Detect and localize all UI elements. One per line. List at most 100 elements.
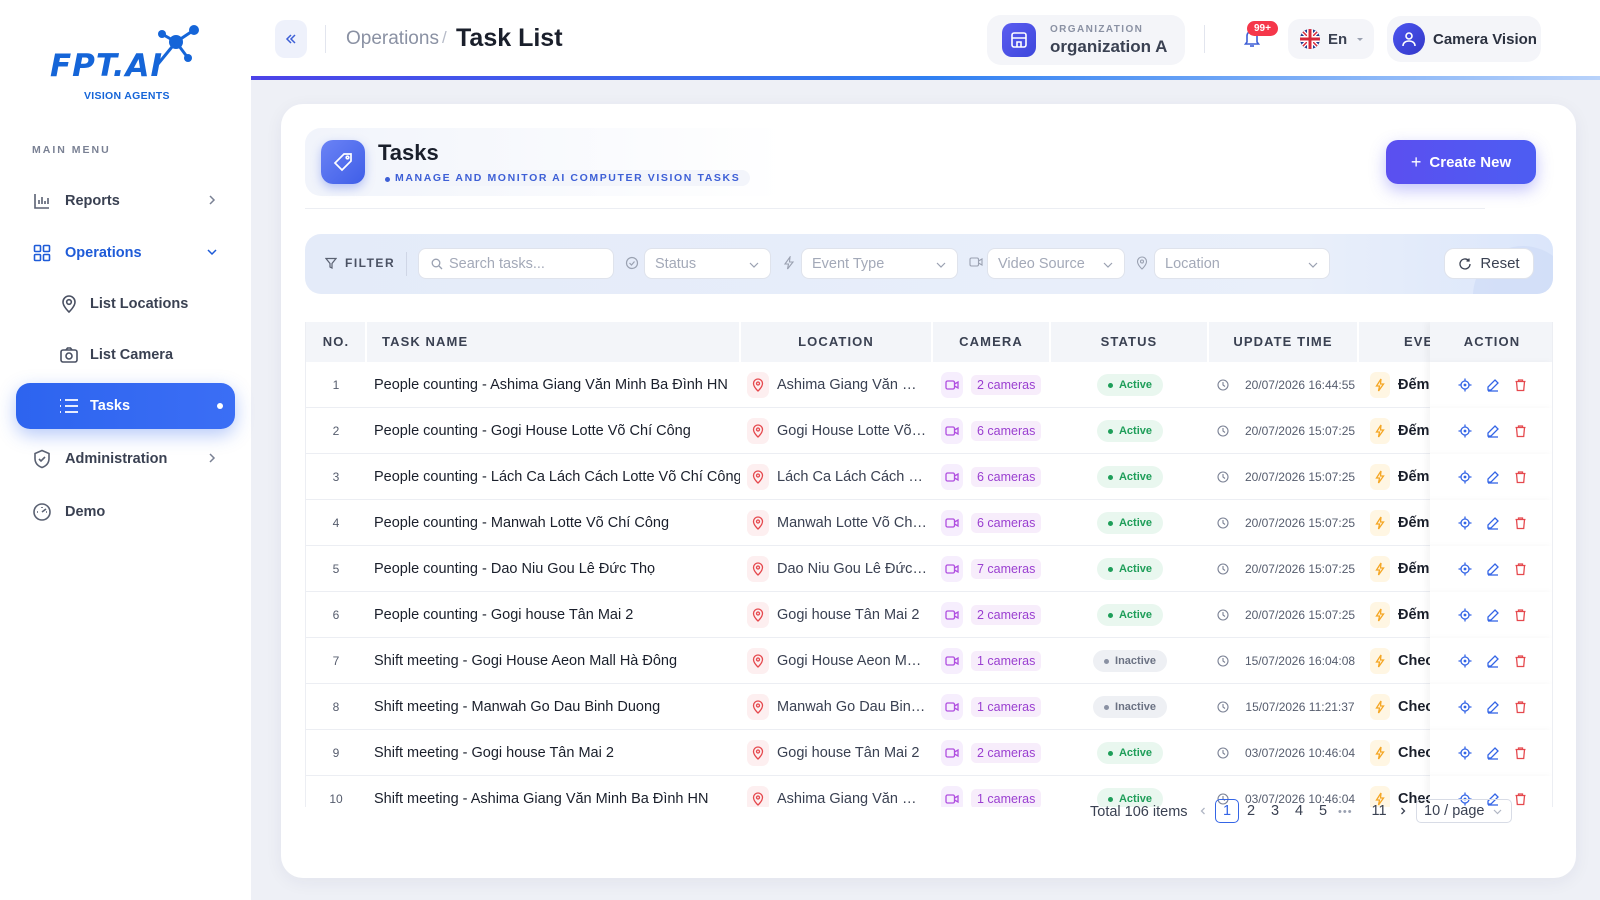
status-select[interactable]: Status bbox=[644, 248, 771, 279]
page-1[interactable]: 1 bbox=[1215, 799, 1239, 823]
edit-icon[interactable] bbox=[1486, 700, 1500, 714]
trash-icon[interactable] bbox=[1514, 470, 1527, 484]
camera-count-badge[interactable]: 2 cameras bbox=[971, 375, 1042, 395]
page-4[interactable]: 4 bbox=[1287, 799, 1311, 823]
camera-count-badge[interactable]: 7 cameras bbox=[971, 559, 1042, 579]
task-name[interactable]: Shift meeting - Gogi house Tân Mai 2 bbox=[374, 730, 740, 776]
task-status: Active bbox=[1076, 500, 1184, 546]
col-no[interactable]: NO. bbox=[306, 322, 366, 362]
page-5[interactable]: 5 bbox=[1311, 799, 1335, 823]
edit-icon[interactable] bbox=[1486, 654, 1500, 668]
sidebar-item-tasks[interactable]: Tasks bbox=[16, 383, 235, 429]
edit-icon[interactable] bbox=[1486, 378, 1500, 392]
task-name[interactable]: People counting - Lách Ca Lách Cách Lott… bbox=[374, 454, 740, 500]
camera-count-badge[interactable]: 2 cameras bbox=[971, 743, 1042, 763]
top-header: Operations / Task List ORGANIZATION orga… bbox=[251, 0, 1600, 80]
task-name[interactable]: People counting - Manwah Lotte Võ Chí Cô… bbox=[374, 500, 740, 546]
location-select[interactable]: Location bbox=[1154, 248, 1330, 279]
prev-page-button[interactable] bbox=[1191, 799, 1215, 823]
table-row[interactable]: 1 People counting - Ashima Giang Văn Minh… bbox=[306, 362, 1552, 408]
brand-logo[interactable]: FPT.AI VISION AGENTS bbox=[50, 24, 210, 106]
sidebar-item-list-camera[interactable]: List Camera bbox=[16, 332, 235, 378]
trash-icon[interactable] bbox=[1514, 608, 1527, 622]
event-type-select[interactable]: Event Type bbox=[801, 248, 958, 279]
page-11[interactable]: 11 bbox=[1367, 799, 1391, 823]
camera-count-badge[interactable]: 6 cameras bbox=[971, 467, 1042, 487]
sidebar-item-demo[interactable]: Demo bbox=[16, 489, 235, 535]
camera-count-badge[interactable]: 6 cameras bbox=[971, 421, 1042, 441]
page-2[interactable]: 2 bbox=[1239, 799, 1263, 823]
locate-icon[interactable] bbox=[1458, 470, 1472, 484]
locate-icon[interactable] bbox=[1458, 746, 1472, 760]
locate-icon[interactable] bbox=[1458, 700, 1472, 714]
create-new-button[interactable]: + Create New bbox=[1386, 140, 1536, 184]
page-ellipsis[interactable]: ••• bbox=[1338, 806, 1353, 818]
edit-icon[interactable] bbox=[1486, 608, 1500, 622]
col-task-name[interactable]: TASK NAME bbox=[382, 322, 468, 362]
update-time-text: 03/07/2026 10:46:04 bbox=[1244, 746, 1356, 760]
camera-count-badge[interactable]: 2 cameras bbox=[971, 605, 1042, 625]
sidebar-item-reports[interactable]: Reports bbox=[16, 178, 235, 224]
locate-icon[interactable] bbox=[1458, 378, 1472, 392]
col-camera[interactable]: CAMERA bbox=[933, 322, 1049, 362]
breadcrumb-parent[interactable]: Operations bbox=[346, 28, 439, 50]
camera-count-badge[interactable]: 1 cameras bbox=[971, 697, 1042, 717]
page-3[interactable]: 3 bbox=[1263, 799, 1287, 823]
table-row[interactable]: 10 Shift meeting - Ashima Giang Văn Minh … bbox=[306, 776, 1552, 807]
edit-icon[interactable] bbox=[1486, 424, 1500, 438]
col-location[interactable]: LOCATION bbox=[741, 322, 931, 362]
trash-icon[interactable] bbox=[1514, 746, 1527, 760]
row-number: 4 bbox=[332, 516, 340, 530]
camera-count-badge[interactable]: 6 cameras bbox=[971, 513, 1042, 533]
trash-icon[interactable] bbox=[1514, 516, 1527, 530]
trash-icon[interactable] bbox=[1514, 562, 1527, 576]
locate-icon[interactable] bbox=[1458, 424, 1472, 438]
table-row[interactable]: 8 Shift meeting - Manwah Go Dau Binh Duon… bbox=[306, 684, 1552, 730]
task-name[interactable]: People counting - Dao Niu Gou Lê Đức Thọ bbox=[374, 546, 740, 592]
reset-button[interactable]: Reset bbox=[1444, 248, 1534, 279]
sidebar-item-list-locations[interactable]: List Locations bbox=[16, 281, 235, 327]
camera-count-badge[interactable]: 1 cameras bbox=[971, 651, 1042, 671]
language-selector[interactable]: En bbox=[1288, 19, 1374, 59]
task-event-type: Đếm người bbox=[1370, 500, 1432, 546]
task-name[interactable]: Shift meeting - Manwah Go Dau Binh Duong bbox=[374, 684, 740, 730]
trash-icon[interactable] bbox=[1514, 424, 1527, 438]
table-row[interactable]: 3 People counting - Lách Ca Lách Cách Lot… bbox=[306, 454, 1552, 500]
edit-icon[interactable] bbox=[1486, 746, 1500, 760]
sidebar-item-operations[interactable]: Operations bbox=[16, 230, 235, 276]
next-page-button[interactable] bbox=[1391, 799, 1415, 823]
task-name[interactable]: Shift meeting - Gogi House Aeon Mall Hà … bbox=[374, 638, 740, 684]
task-name[interactable]: Shift meeting - Ashima Giang Văn Minh Ba… bbox=[374, 776, 740, 807]
table-row[interactable]: 7 Shift meeting - Gogi House Aeon Mall Hà… bbox=[306, 638, 1552, 684]
trash-icon[interactable] bbox=[1514, 700, 1527, 714]
task-name[interactable]: People counting - Gogi House Lotte Võ Ch… bbox=[374, 408, 740, 454]
task-update-time: 20/07/2026 15:07:25 bbox=[1206, 408, 1366, 454]
locate-icon[interactable] bbox=[1458, 654, 1472, 668]
task-name[interactable]: People counting - Gogi house Tân Mai 2 bbox=[374, 592, 740, 638]
task-name[interactable]: People counting - Ashima Giang Văn Minh … bbox=[374, 362, 740, 408]
search-input[interactable]: Search tasks... bbox=[418, 248, 614, 279]
table-row[interactable]: 4 People counting - Manwah Lotte Võ Chí C… bbox=[306, 500, 1552, 546]
locate-icon[interactable] bbox=[1458, 516, 1472, 530]
table-row[interactable]: 6 People counting - Gogi house Tân Mai 2 G… bbox=[306, 592, 1552, 638]
col-status[interactable]: STATUS bbox=[1051, 322, 1207, 362]
sidebar-item-administration[interactable]: Administration bbox=[16, 436, 235, 482]
collapse-sidebar-button[interactable] bbox=[275, 20, 307, 58]
trash-icon[interactable] bbox=[1514, 654, 1527, 668]
user-menu[interactable]: Camera Vision bbox=[1387, 16, 1541, 62]
table-row[interactable]: 2 People counting - Gogi House Lotte Võ C… bbox=[306, 408, 1552, 454]
table-row[interactable]: 9 Shift meeting - Gogi house Tân Mai 2 Gog… bbox=[306, 730, 1552, 776]
edit-icon[interactable] bbox=[1486, 470, 1500, 484]
locate-icon[interactable] bbox=[1458, 608, 1472, 622]
locate-icon[interactable] bbox=[1458, 562, 1472, 576]
trash-icon[interactable] bbox=[1514, 378, 1527, 392]
page-size-select[interactable]: 10 / page bbox=[1416, 799, 1512, 823]
edit-icon[interactable] bbox=[1486, 562, 1500, 576]
video-source-select[interactable]: Video Source bbox=[987, 248, 1125, 279]
table-row[interactable]: 5 People counting - Dao Niu Gou Lê Đức Th… bbox=[306, 546, 1552, 592]
task-status: Active bbox=[1076, 592, 1184, 638]
organization-selector[interactable]: ORGANIZATION organization A bbox=[987, 15, 1185, 65]
col-event[interactable]: EVE bbox=[1404, 322, 1433, 362]
edit-icon[interactable] bbox=[1486, 516, 1500, 530]
col-update-time[interactable]: UPDATE TIME bbox=[1209, 322, 1357, 362]
